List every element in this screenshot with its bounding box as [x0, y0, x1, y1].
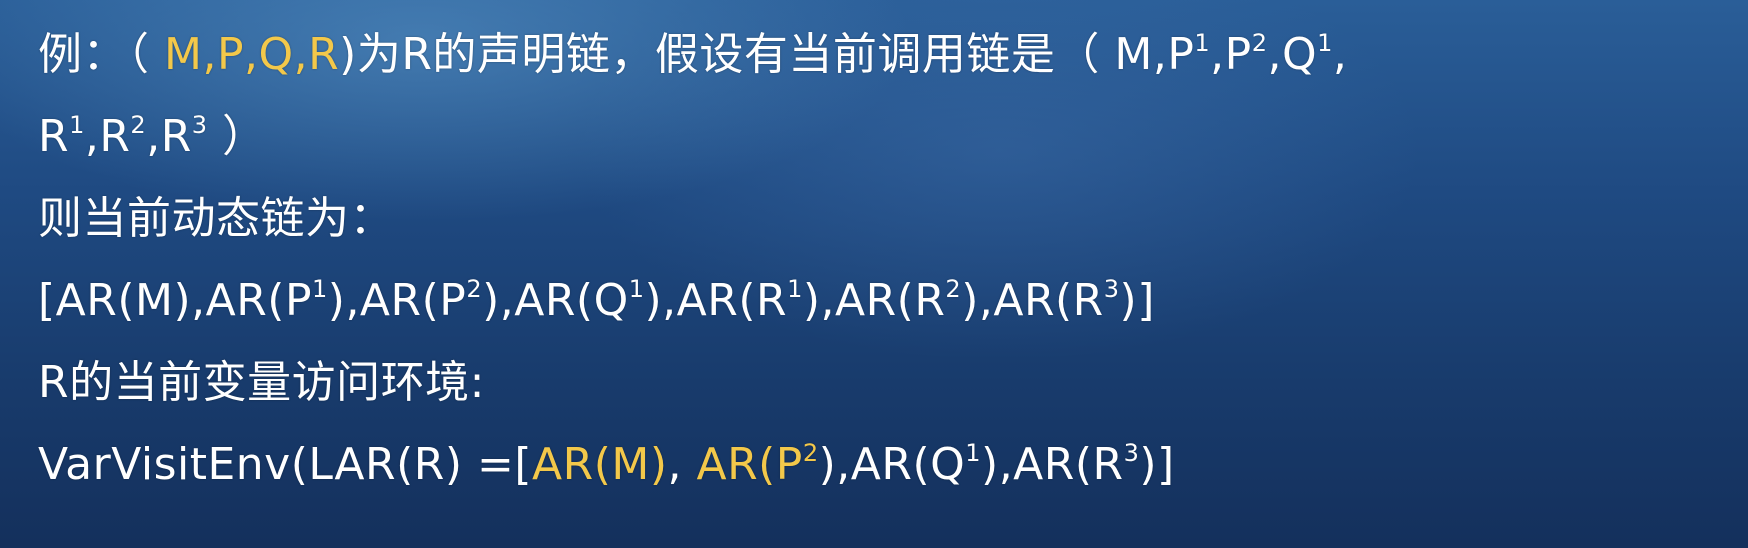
slide-content: 例：（ M,P,Q,R)为R的声明链，假设有当前调用链是（ M,P1,P2,Q1… — [38, 14, 1748, 506]
text-segment: ,R — [146, 111, 192, 162]
superscript: 2 — [466, 275, 483, 303]
text-segment: R的当前变量访问环境: — [38, 357, 485, 408]
text-segment: VarVisitEnv(LAR(R) =[ — [38, 439, 533, 490]
text-segment: ,Q — [1267, 29, 1318, 80]
superscript: 1 — [69, 111, 85, 139]
superscript: 2 — [945, 275, 962, 303]
superscript: 2 — [802, 439, 819, 467]
highlighted-text: M,P,Q,R — [164, 29, 340, 80]
text-segment: 例：（ — [38, 29, 164, 80]
text-line-example-declaration-chain: 例：（ M,P,Q,R)为R的声明链，假设有当前调用链是（ M,P1,P2,Q1… — [38, 14, 1748, 96]
highlighted-text: AR(M) — [532, 439, 668, 490]
superscript: 1 — [312, 275, 328, 303]
text-segment: [AR(M),AR(P — [38, 275, 312, 326]
text-segment: ),AR(Q — [818, 439, 966, 490]
text-segment: , — [667, 439, 697, 490]
text-segment: )] — [1139, 439, 1175, 490]
superscript: 2 — [130, 111, 147, 139]
text-segment: )为R的声明链，假设有当前调用链是（ M,P — [339, 29, 1195, 80]
text-line-dynamic-chain: [AR(M),AR(P1),AR(P2),AR(Q1),AR(R1),AR(R2… — [38, 260, 1748, 342]
text-segment: ,R — [84, 111, 131, 162]
text-segment: ),AR(R — [802, 275, 946, 326]
superscript: 3 — [1123, 439, 1140, 467]
superscript: 1 — [965, 439, 982, 467]
text-line-var-visit-env-heading: R的当前变量访问环境: — [38, 342, 1748, 424]
text-segment: , — [1332, 29, 1348, 80]
text-line-var-visit-env: VarVisitEnv(LAR(R) =[AR(M), AR(P2),AR(Q1… — [38, 424, 1748, 506]
superscript: 1 — [787, 275, 803, 303]
text-segment: ),AR(R — [644, 275, 788, 326]
text-segment: ),AR(R — [981, 439, 1124, 490]
text-segment: 则当前动态链为： — [38, 193, 394, 244]
text-line-example-call-chain-cont: R1,R2,R3 ） — [38, 96, 1748, 178]
text-line-dynamic-chain-heading: 则当前动态链为： — [38, 178, 1748, 260]
text-segment: )] — [1119, 275, 1155, 326]
superscript: 1 — [1317, 29, 1333, 57]
text-segment: ),AR(P — [327, 275, 467, 326]
superscript: 3 — [191, 111, 208, 139]
superscript: 3 — [1103, 275, 1120, 303]
text-segment: ） — [207, 111, 267, 162]
superscript: 1 — [628, 275, 645, 303]
text-segment: ),AR(R — [961, 275, 1104, 326]
text-segment: R — [38, 111, 70, 162]
superscript: 2 — [1251, 29, 1268, 57]
text-segment: ,P — [1210, 29, 1252, 80]
highlighted-text: AR(P — [696, 439, 803, 490]
text-segment: ),AR(Q — [482, 275, 629, 326]
superscript: 1 — [1194, 29, 1211, 57]
